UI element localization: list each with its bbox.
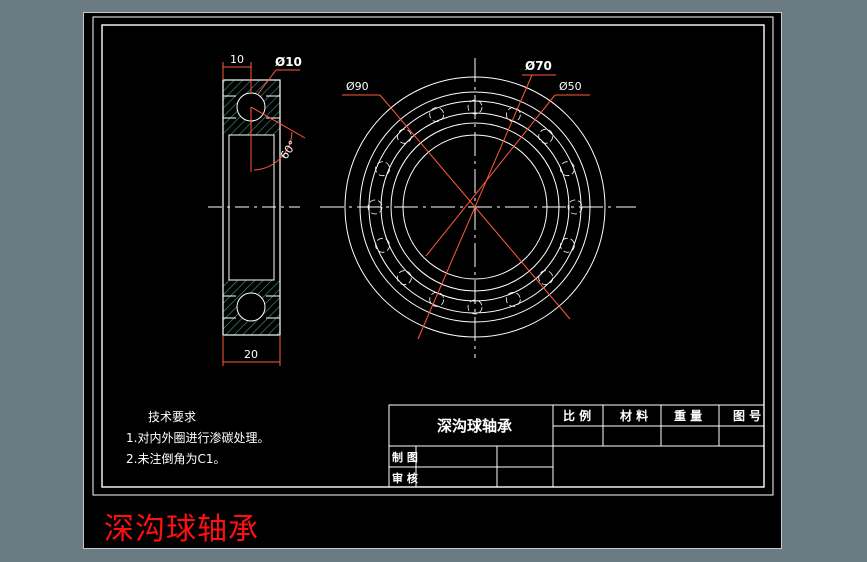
ball-pocket: [396, 270, 412, 286]
tech-heading: 技术要求: [148, 410, 196, 424]
dim-bore-diameter: Ø50: [559, 80, 582, 93]
title-col-drawing-no: 图 号: [733, 408, 761, 423]
ball-pocket: [538, 128, 554, 144]
ball-pocket: [375, 161, 391, 177]
drawing-border: [101, 24, 765, 488]
ball-pocket: [429, 107, 445, 122]
cad-drawing: 10 Ø10 60° 20 Ø90 Ø70 Ø50 技术要求 1.对内外圈进行渗…: [92, 16, 774, 496]
section-view: 10 Ø10 60° 20: [208, 53, 306, 366]
ball-pocket: [505, 291, 521, 307]
title-row-drawn: 制 图: [392, 450, 418, 464]
dim-pitch-diameter: Ø70: [525, 59, 552, 73]
dim-width-bottom: 20: [244, 348, 258, 361]
tech-requirements: 技术要求 1.对内外圈进行渗碳处理。 2.未注倒角为C1。: [126, 410, 269, 466]
dim-outer-diameter: Ø90: [346, 80, 369, 93]
page-caption: 深沟球轴承: [104, 512, 259, 547]
dim-width-top: 10: [230, 53, 244, 66]
title-part-name: 深沟球轴承: [437, 417, 512, 435]
ball-pocket: [538, 270, 554, 286]
title-col-material: 材 料: [619, 408, 648, 423]
ball-bottom: [236, 292, 266, 322]
tech-item-1: 1.对内外圈进行渗碳处理。: [126, 430, 269, 445]
front-view: Ø90 Ø70 Ø50: [320, 58, 636, 358]
ball-pocket: [396, 128, 412, 144]
dim-ball-diameter: Ø10: [275, 55, 302, 69]
tech-item-2: 2.未注倒角为C1。: [126, 451, 225, 466]
title-row-checked: 审 核: [392, 471, 418, 485]
title-col-scale: 比 例: [563, 408, 591, 423]
title-col-weight: 重 量: [674, 408, 702, 423]
ball-pocket: [560, 237, 575, 253]
